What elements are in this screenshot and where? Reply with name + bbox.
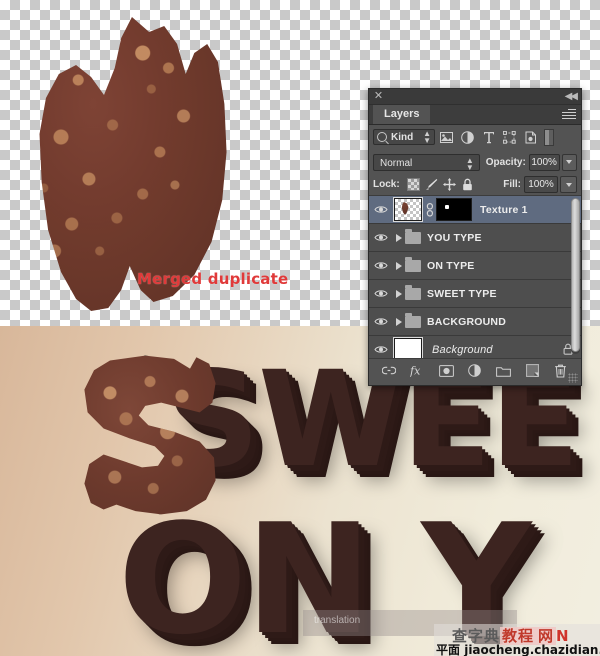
screenshot-root: Merged duplicate SWEE ON Y translation 查… (0, 0, 600, 656)
filter-kind-label: Kind (391, 131, 414, 143)
layer-mask-thumbnail[interactable] (436, 198, 472, 221)
layer-row-background-group[interactable]: BACKGROUND (369, 308, 581, 336)
panel-menu-icon[interactable] (562, 109, 576, 120)
new-layer-icon[interactable] (523, 362, 541, 380)
blend-mode-row: Normal ▲ ▼ Opacity: 100% (369, 149, 581, 173)
tab-layers[interactable]: Layers (373, 105, 431, 124)
layer-row-sweet-type[interactable]: SWEET TYPE (369, 280, 581, 308)
fill-label: Fill: (503, 179, 521, 190)
expand-group-icon[interactable] (393, 318, 405, 326)
merged-duplicate-caption: Merged duplicate (137, 270, 289, 288)
lock-row: Lock: Fill: 100% (369, 173, 581, 196)
layer-row-on-type[interactable]: ON TYPE (369, 252, 581, 280)
folder-icon (405, 256, 421, 272)
chevron-updown-icon: ▲ ▼ (465, 155, 474, 172)
lock-all-icon[interactable] (459, 177, 477, 193)
layer-row-you-type[interactable]: YOU TYPE (369, 224, 581, 252)
adjustment-layer-icon[interactable] (466, 362, 484, 380)
eye-icon[interactable] (369, 280, 393, 307)
opacity-dropdown-icon[interactable] (561, 153, 577, 171)
chocolate-texture-image (18, 14, 233, 314)
eye-icon[interactable] (369, 336, 393, 358)
opacity-label: Opacity: (485, 156, 526, 168)
layer-name: SWEET TYPE (427, 287, 497, 300)
opacity-input[interactable]: 100% (528, 153, 560, 171)
layer-name: Texture 1 (480, 203, 528, 216)
folder-icon (405, 312, 421, 328)
filter-kind-select[interactable]: Kind ▲ ▼ (373, 129, 435, 145)
layer-row-texture-1[interactable]: Texture 1 (369, 196, 581, 224)
panel-bottom-toolbar: fx (369, 358, 581, 383)
delete-layer-icon[interactable] (552, 362, 570, 380)
layer-name: ON TYPE (427, 259, 475, 272)
lock-label: Lock: (373, 179, 400, 190)
shape-filter-icon[interactable] (500, 128, 519, 146)
blend-mode-select[interactable]: Normal ▲ ▼ (373, 153, 480, 172)
chocolate-shape (39, 17, 227, 311)
smart-object-filter-icon[interactable] (521, 128, 540, 146)
eye-icon[interactable] (369, 196, 393, 223)
layer-name: YOU TYPE (427, 231, 482, 244)
filter-toggle-swatch[interactable] (544, 128, 554, 146)
layer-name: BACKGROUND (427, 315, 506, 328)
fill-dropdown-icon[interactable] (560, 176, 577, 193)
chevron-updown-icon: ▲ ▼ (423, 129, 431, 145)
link-layers-icon[interactable] (380, 362, 398, 380)
layer-row-background[interactable]: Background (369, 336, 581, 358)
fill-input[interactable]: 100% (524, 176, 558, 193)
pixel-filter-icon[interactable] (437, 128, 456, 146)
layers-scrollbar-thumb[interactable] (571, 198, 580, 352)
layers-panel: ✕ ◀◀ Layers Kind ▲ ▼ Normal ▲ ▼ Opacity:… (368, 88, 582, 386)
expand-group-icon[interactable] (393, 234, 405, 242)
expand-group-icon[interactable] (393, 290, 405, 298)
layer-name: Background (432, 343, 493, 356)
lock-position-icon[interactable] (441, 177, 459, 193)
watermark-url: jiaocheng.chazidian.com (464, 643, 600, 656)
expand-group-icon[interactable] (393, 262, 405, 270)
panel-tab-strip: Layers (369, 105, 581, 125)
resize-grip[interactable] (568, 373, 578, 383)
panel-title-bar: ✕ ◀◀ (369, 89, 581, 105)
collapse-panel-icon[interactable]: ◀◀ (565, 91, 578, 102)
lock-image-icon[interactable] (423, 177, 441, 193)
new-group-icon[interactable] (495, 362, 513, 380)
layers-list: Texture 1 YOU TYPE ON TYPE SWEET TYPE BA… (369, 196, 581, 358)
eye-icon[interactable] (369, 224, 393, 251)
close-icon[interactable]: ✕ (373, 91, 384, 102)
eye-icon[interactable] (369, 252, 393, 279)
layers-scrollbar-track[interactable] (571, 198, 580, 354)
layer-filter-row: Kind ▲ ▼ (369, 125, 581, 149)
folder-icon (405, 228, 421, 244)
adjustment-filter-icon[interactable] (458, 128, 477, 146)
overlay-translation-text: translation (314, 615, 361, 626)
layer-thumbnail[interactable] (393, 197, 423, 222)
add-mask-icon[interactable] (437, 362, 455, 380)
eye-icon[interactable] (369, 308, 393, 335)
folder-icon (405, 284, 421, 300)
search-icon (377, 132, 387, 142)
watermark-category-label: 平面 (436, 643, 461, 656)
lock-transparency-icon[interactable] (405, 177, 423, 193)
blend-mode-value: Normal (380, 157, 413, 169)
layer-thumbnail[interactable] (393, 337, 423, 358)
watermark-line2: 平面 jiaocheng.chazidian.com日 (436, 641, 600, 656)
svg-text:fx: fx (410, 365, 421, 378)
layer-style-fx-icon[interactable]: fx (409, 362, 427, 380)
link-mask-icon[interactable] (424, 200, 436, 220)
type-filter-icon[interactable] (479, 128, 498, 146)
